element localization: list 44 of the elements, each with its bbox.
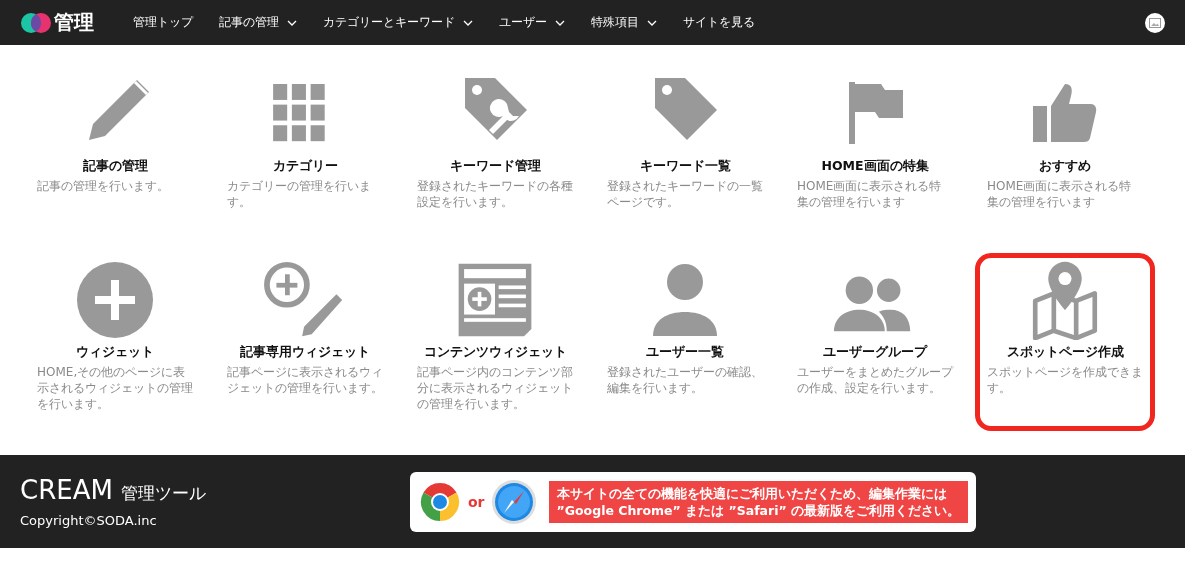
chevron-down-icon [555,19,565,26]
tile-title[interactable]: ユーザー一覧 [646,344,724,361]
chevron-down-icon [287,19,297,26]
tile-title[interactable]: 記事専用ウィジェット [240,344,370,361]
chevron-down-icon [463,19,473,26]
avatar-icon[interactable] [1145,12,1165,33]
logo-icon [20,11,52,34]
tile-title[interactable]: コンテンツウィジェット [423,344,567,361]
tile-title[interactable]: キーワード一覧 [639,158,731,175]
tile-title[interactable]: キーワード管理 [449,158,541,175]
chevron-down-icon [647,19,657,26]
tile-title[interactable]: HOME画面の特集 [821,158,929,175]
tile-title[interactable]: スポットページ作成 [1006,344,1124,361]
tile-description: HOME画面に表示される特集の管理を行います [987,178,1133,210]
tile-description: 記事ページ内のコンテンツ部分に表示されるウィジェットの管理を行います。 [417,364,573,412]
tile-description: HOME画面に表示される特集の管理を行います [797,178,943,210]
tile-description: 登録されたキーワードの各種設定を行います。 [417,178,573,210]
nav-link[interactable]: サイトを見る [670,14,768,31]
tile-description: ユーザーをまとめたグループの作成、設定を行います。 [797,364,953,396]
tile-title[interactable]: ユーザーグループ [823,344,927,361]
tile-description: 登録されたキーワードの一覧ページです。 [607,178,763,210]
tile-title[interactable]: 記事の管理 [82,158,148,175]
compass-browser-icon [490,478,537,525]
tile-description: HOME,その他のページに表示されるウィジェットの管理を行います。 [37,364,193,412]
tile-description: スポットページを作成できます。 [987,364,1143,396]
brand-name: CREAM [20,475,113,505]
nav-link[interactable]: カテゴリーとキーワード [310,14,486,31]
nav-link[interactable]: ユーザー [486,14,578,31]
tile-description: 記事ページに表示されるウィジェットの管理を行います。 [227,364,383,396]
nav-link[interactable]: 管理トップ [120,14,206,31]
tile-title[interactable]: ウィジェット [76,344,154,361]
notice-message: 本サイトの全ての機能を快適にご利用いただくため、編集作業には ”Google Chrome” または ”Safari” の最新版をご利用ください。 [548,480,969,523]
tile-description: カテゴリーの管理を行います。 [227,178,372,210]
highlighted-tile[interactable]: スポットページ作成 スポットページを作成できます。 [975,253,1155,431]
tile-description: 記事の管理を行います。 [37,178,170,194]
logo-text[interactable]: 管理 [54,9,94,36]
brand-subtitle: 管理ツール [120,482,206,505]
or-text: or [468,493,485,510]
nav-link[interactable]: 特殊項目 [578,14,670,31]
copyright-text: Copyright©SODA.inc [20,513,158,528]
tile-title[interactable]: おすすめ [1039,158,1091,175]
tile-title[interactable]: カテゴリー [272,158,338,175]
nav-link[interactable]: 記事の管理 [206,14,310,31]
tile-description: 登録されたユーザーの確認、編集を行います。 [607,364,763,396]
